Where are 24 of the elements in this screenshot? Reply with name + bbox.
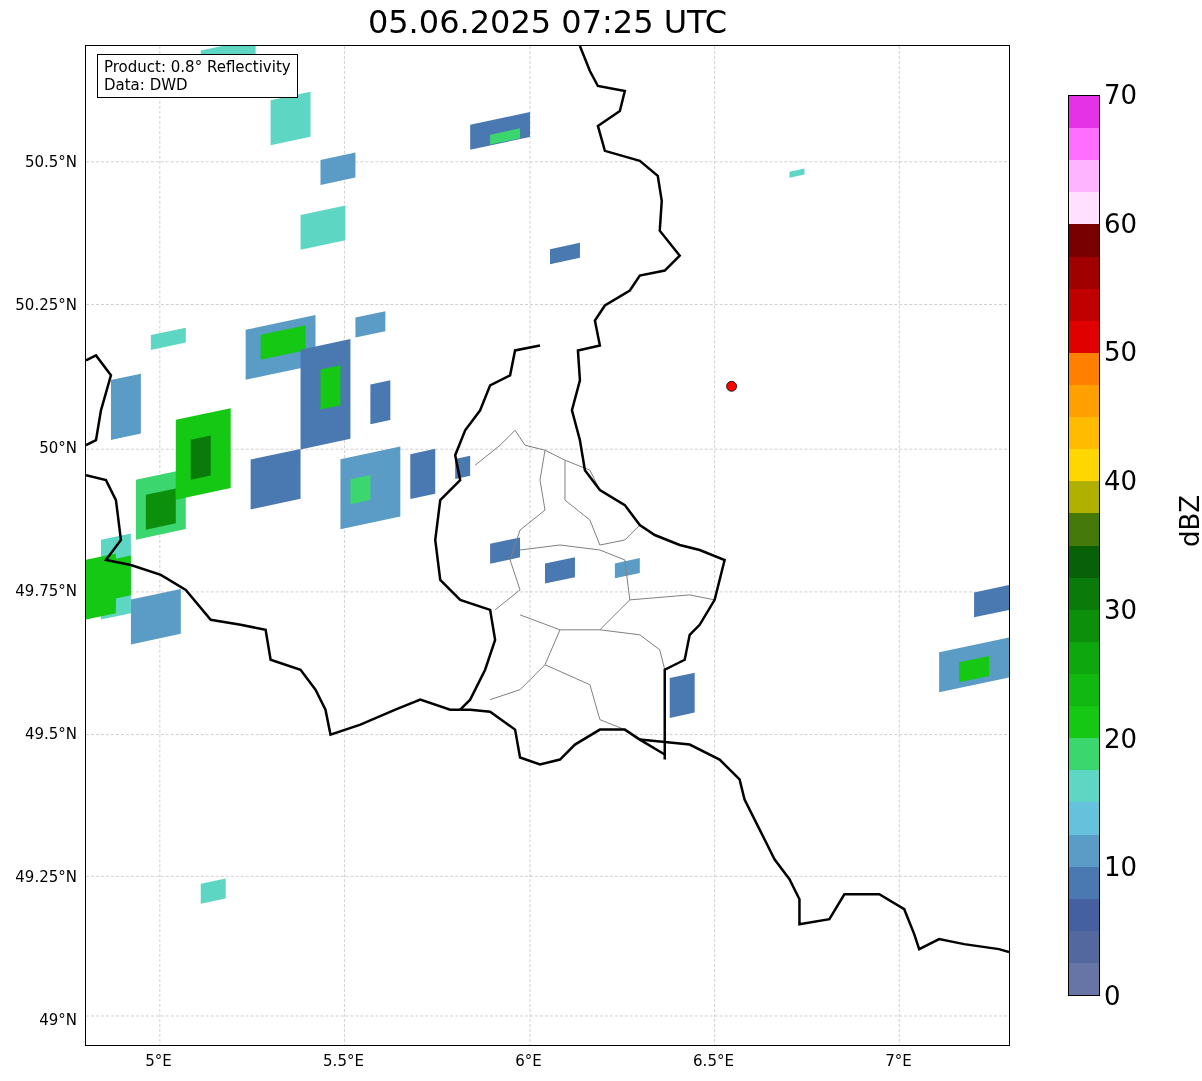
colorbar-tick-label: 20	[1104, 722, 1139, 755]
longitude-label: 7°E	[885, 1052, 912, 1070]
longitude-label: 6°E	[515, 1052, 542, 1070]
chart-title: 05.06.2025 07:25 UTC	[366, 2, 729, 43]
colorbar-tick-label: 60	[1104, 207, 1139, 240]
longitude-label: 6.5°E	[693, 1052, 734, 1070]
latitude-label: 50.5°N	[24, 152, 77, 171]
latitude-label: 50°N	[39, 438, 77, 457]
latitude-label: 49.25°N	[15, 867, 77, 886]
info-text: Product: 0.8° Reflectivity	[104, 58, 291, 76]
info-text: Data: DWD	[104, 76, 189, 94]
longitude-label: 5°E	[145, 1052, 172, 1070]
latitude-label: 50.25°N	[15, 295, 77, 314]
latitude-label: 49.5°N	[24, 724, 77, 743]
colorbar-tick-label: 0	[1104, 979, 1122, 1012]
longitude-label: 5.5°E	[323, 1052, 364, 1070]
colorbar-label: dBZ	[1175, 494, 1202, 547]
latitude-label: 49°N	[39, 1010, 77, 1029]
colorbar-tick-label: 70	[1104, 79, 1139, 111]
colorbar-tick-label: 30	[1104, 593, 1139, 626]
latitude-label: 49.75°N	[15, 581, 77, 600]
colorbar-tick-label: 50	[1104, 336, 1139, 369]
colorbar-tick-label: 40	[1104, 465, 1139, 498]
colorbar-tick-label: 10	[1104, 851, 1139, 884]
